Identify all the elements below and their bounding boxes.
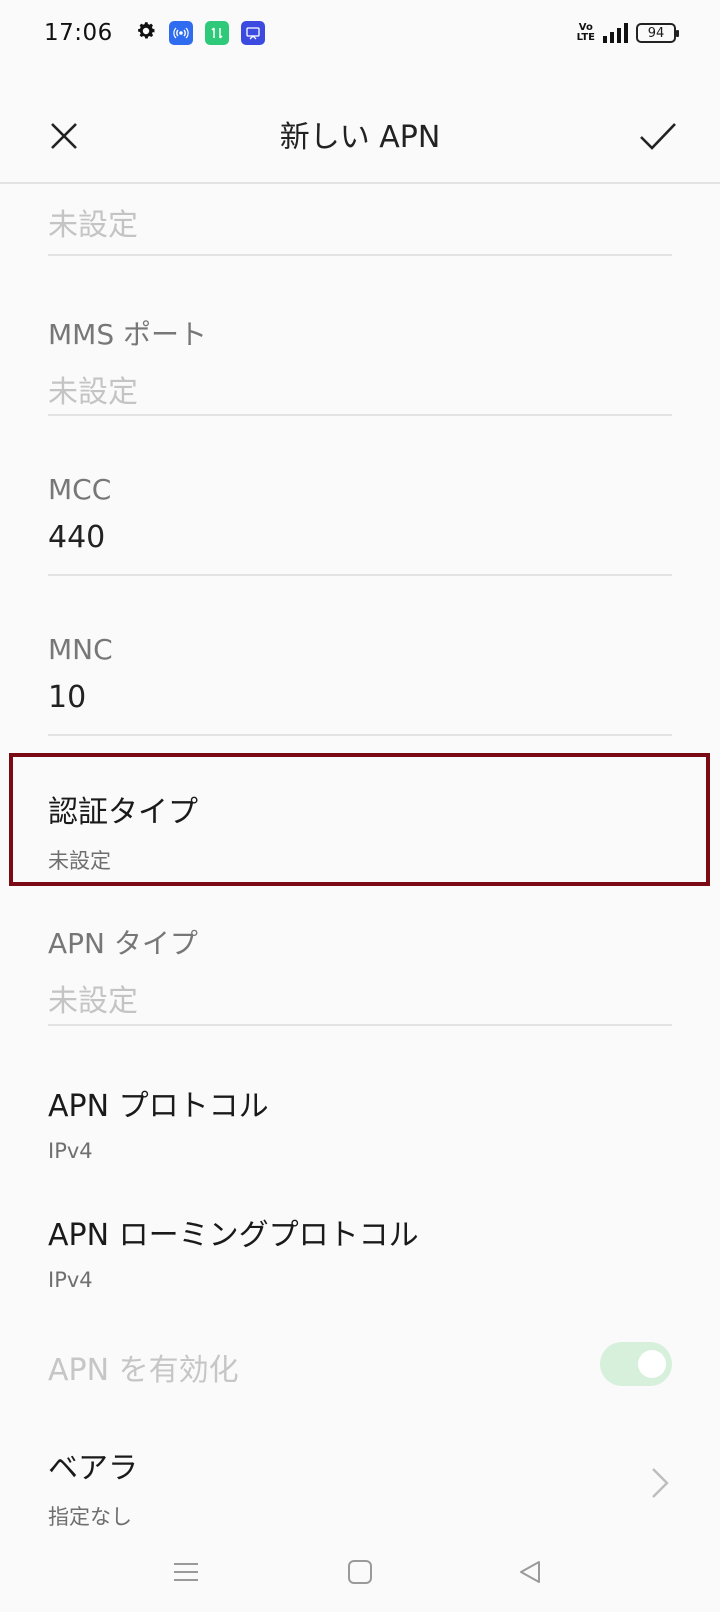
apn-protocol-value: IPv4 — [48, 1139, 93, 1163]
page-title: 新しい APN — [279, 120, 441, 155]
signal-strength-icon — [603, 23, 628, 43]
apn-protocol-item[interactable]: APN プロトコル IPv4 — [48, 1081, 672, 1163]
mms-proxy-field[interactable]: 未設定 — [48, 200, 672, 244]
back-button[interactable] — [508, 1550, 552, 1594]
divider — [48, 734, 672, 736]
mnc-value: 10 — [48, 680, 87, 715]
confirm-button[interactable] — [630, 108, 686, 164]
menu-icon — [174, 1563, 198, 1581]
hotspot-icon — [168, 21, 193, 45]
bearer-title: ベアラ — [48, 1451, 138, 1486]
navigation-bar — [0, 1532, 720, 1612]
apn-roaming-protocol-value: IPv4 — [48, 1268, 93, 1292]
check-icon — [640, 123, 676, 150]
apn-type-value: 未設定 — [48, 984, 138, 1019]
apn-protocol-title: APN プロトコル — [48, 1089, 269, 1124]
data-transfer-icon — [204, 21, 229, 45]
mcc-value: 440 — [48, 520, 106, 555]
battery-icon: 94 — [636, 23, 679, 43]
apn-enable-title: APN を有効化 — [48, 1353, 239, 1388]
battery-level: 94 — [647, 25, 665, 41]
home-button[interactable] — [338, 1550, 382, 1594]
auth-type-title: 認証タイプ — [48, 795, 198, 830]
mms-port-value: 未設定 — [48, 375, 138, 410]
mms-proxy-value: 未設定 — [48, 208, 138, 243]
home-square-icon — [348, 1560, 372, 1584]
auth-type-value: 未設定 — [48, 849, 111, 873]
apn-roaming-protocol-title: APN ローミングプロトコル — [48, 1218, 419, 1253]
recents-button[interactable] — [164, 1550, 208, 1594]
apn-roaming-protocol-item[interactable]: APN ローミングプロトコル IPv4 — [48, 1210, 672, 1292]
chevron-right-icon — [648, 1466, 672, 1500]
divider — [48, 574, 672, 576]
status-time: 17:06 — [44, 20, 113, 46]
status-icons-right: Vo LTE 94 — [576, 22, 679, 43]
divider — [48, 1024, 672, 1026]
auth-type-item[interactable]: 認証タイプ 未設定 — [48, 787, 672, 875]
apn-type-field[interactable]: APN タイプ 未設定 — [48, 922, 672, 1020]
app-header: 新しい APN — [0, 84, 720, 184]
mms-port-label: MMS ポート — [48, 318, 207, 351]
status-icons-left — [135, 20, 265, 46]
apn-enable-toggle[interactable] — [600, 1342, 672, 1386]
mcc-label: MCC — [48, 473, 112, 506]
mcc-field[interactable]: MCC 440 — [48, 473, 672, 555]
volte-icon: Vo LTE — [576, 22, 595, 43]
bearer-value: 指定なし — [48, 1505, 132, 1529]
mnc-label: MNC — [48, 633, 113, 666]
back-triangle-icon — [520, 1561, 540, 1583]
divider — [48, 414, 672, 416]
mnc-field[interactable]: MNC 10 — [48, 633, 672, 715]
mms-port-field[interactable]: MMS ポート 未設定 — [48, 313, 672, 411]
gear-icon — [135, 20, 157, 46]
status-bar: 17:06 Vo LTE 94 — [0, 0, 720, 66]
screen-cast-icon — [240, 21, 265, 45]
apn-enable-item: APN を有効化 — [48, 1345, 672, 1389]
toggle-knob — [638, 1350, 666, 1378]
apn-type-label: APN タイプ — [48, 927, 198, 960]
divider — [48, 254, 672, 256]
bearer-item[interactable]: ベアラ 指定なし — [48, 1443, 672, 1531]
